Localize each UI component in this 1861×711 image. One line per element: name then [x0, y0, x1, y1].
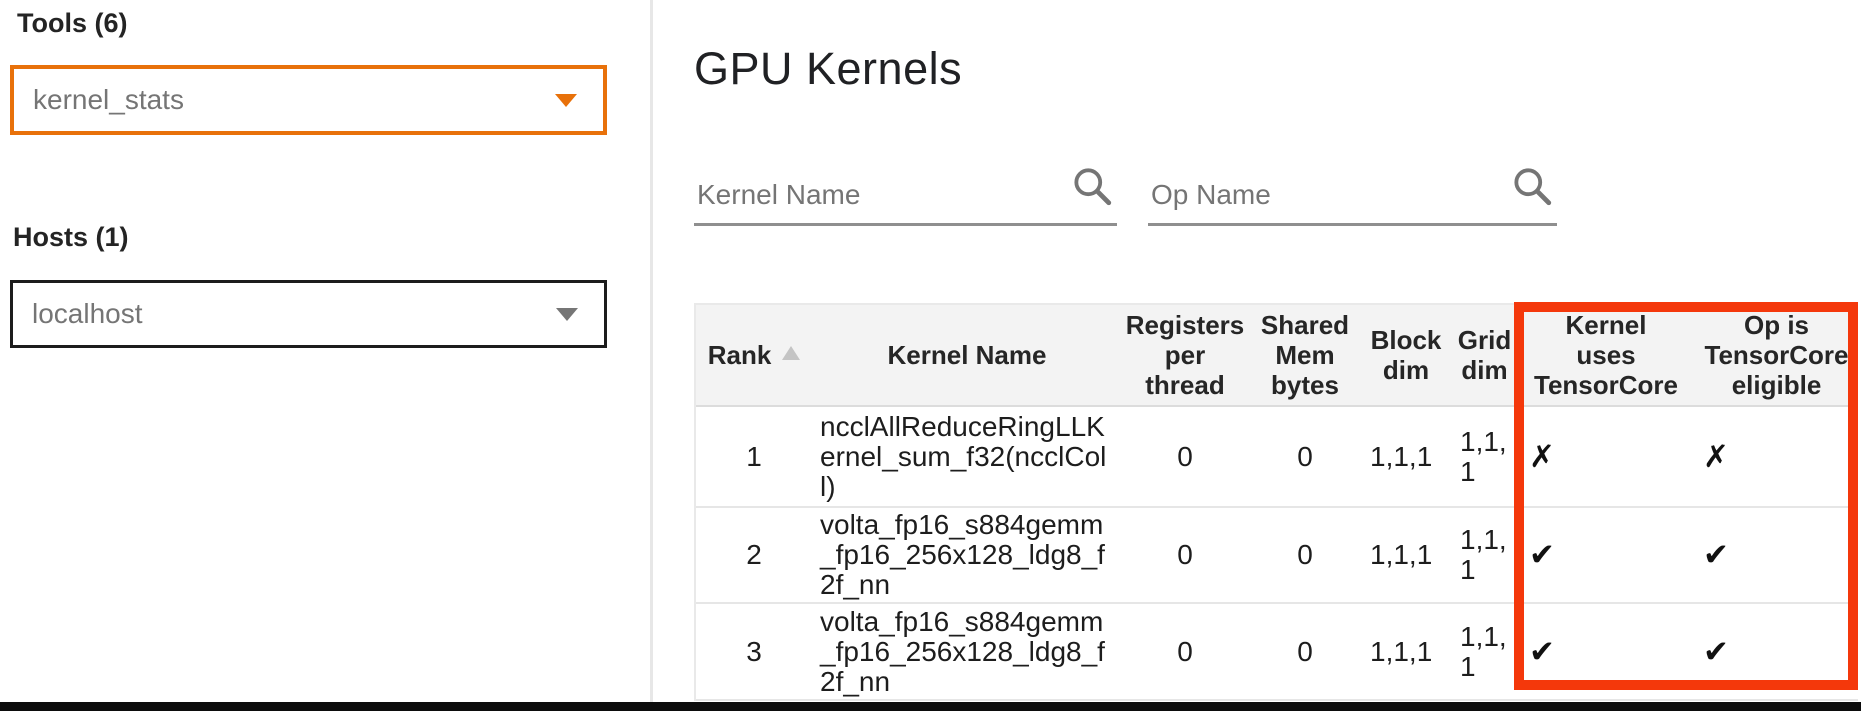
- kernel-name-filter[interactable]: [694, 156, 1117, 226]
- rank-cell: 1: [696, 407, 812, 506]
- registers-cell: 0: [1122, 407, 1248, 506]
- op-tensorcore-eligible-cell: ✔: [1693, 604, 1860, 699]
- column-header-kernel-uses-tensorcore[interactable]: Kernel uses TensorCore: [1519, 305, 1693, 405]
- table-row: 3 volta_fp16_s884gemm_fp16_256x128_ldg8_…: [696, 604, 1858, 701]
- op-name-input[interactable]: [1148, 179, 1513, 223]
- column-header-rank[interactable]: Rank: [696, 305, 812, 405]
- registers-cell: 0: [1122, 508, 1248, 602]
- op-tensorcore-eligible-cell: ✔: [1693, 508, 1860, 602]
- block-dim-cell: 1,1,1: [1362, 407, 1450, 506]
- kernel-uses-tensorcore-cell: ✔: [1519, 508, 1693, 602]
- kernel-name-input[interactable]: [694, 179, 1073, 223]
- page-title: GPU Kernels: [694, 42, 962, 96]
- chevron-down-icon: [555, 94, 577, 107]
- op-tensorcore-eligible-cell: ✗: [1693, 407, 1860, 506]
- column-header-registers-per-thread[interactable]: Registers per thread: [1122, 305, 1248, 405]
- registers-cell: 0: [1122, 604, 1248, 699]
- column-header-block-dim[interactable]: Block dim: [1362, 305, 1450, 405]
- sort-ascending-icon: [782, 346, 800, 360]
- table-header-row: Rank Kernel Name Registers per thread Sh…: [696, 305, 1858, 407]
- grid-dim-cell: 1,1,1: [1450, 407, 1519, 506]
- kernel-uses-tensorcore-cell: ✔: [1519, 604, 1693, 699]
- column-header-op-is-tensorcore-eligible[interactable]: Op is TensorCore eligible: [1693, 305, 1860, 405]
- gpu-kernels-table: Rank Kernel Name Registers per thread Sh…: [694, 303, 1858, 701]
- rank-cell: 3: [696, 604, 812, 699]
- shared-mem-cell: 0: [1248, 508, 1362, 602]
- kernel-name-cell: volta_fp16_s884gemm_fp16_256x128_ldg8_f2…: [812, 508, 1122, 602]
- block-dim-cell: 1,1,1: [1362, 508, 1450, 602]
- kernel-uses-tensorcore-cell: ✗: [1519, 407, 1693, 506]
- table-row: 1 ncclAllReduceRingLLKernel_sum_f32(nccl…: [696, 407, 1858, 508]
- sidebar-divider: [650, 0, 653, 702]
- tools-heading: Tools (6): [17, 8, 128, 39]
- column-header-kernel-name[interactable]: Kernel Name: [812, 305, 1122, 405]
- block-dim-cell: 1,1,1: [1362, 604, 1450, 699]
- search-icon: [1073, 167, 1115, 209]
- hosts-select[interactable]: localhost: [10, 280, 607, 348]
- column-header-shared-mem-bytes[interactable]: Shared Mem bytes: [1248, 305, 1362, 405]
- hosts-select-value: localhost: [32, 298, 143, 330]
- rank-cell: 2: [696, 508, 812, 602]
- kernel-name-cell: volta_fp16_s884gemm_fp16_256x128_ldg8_f2…: [812, 604, 1122, 699]
- op-name-filter[interactable]: [1148, 156, 1557, 226]
- grid-dim-cell: 1,1,1: [1450, 604, 1519, 699]
- grid-dim-cell: 1,1,1: [1450, 508, 1519, 602]
- shared-mem-cell: 0: [1248, 604, 1362, 699]
- bottom-edge-bar: [0, 702, 1861, 711]
- hosts-heading: Hosts (1): [13, 222, 129, 253]
- tools-select[interactable]: kernel_stats: [10, 65, 607, 135]
- tools-select-value: kernel_stats: [33, 84, 184, 116]
- rank-header-label: Rank: [708, 340, 772, 370]
- chevron-down-icon: [556, 308, 578, 321]
- kernel-name-cell: ncclAllReduceRingLLKernel_sum_f32(ncclCo…: [812, 407, 1122, 506]
- column-header-grid-dim[interactable]: Grid dim: [1450, 305, 1519, 405]
- search-icon: [1513, 167, 1555, 209]
- table-row: 2 volta_fp16_s884gemm_fp16_256x128_ldg8_…: [696, 508, 1858, 604]
- shared-mem-cell: 0: [1248, 407, 1362, 506]
